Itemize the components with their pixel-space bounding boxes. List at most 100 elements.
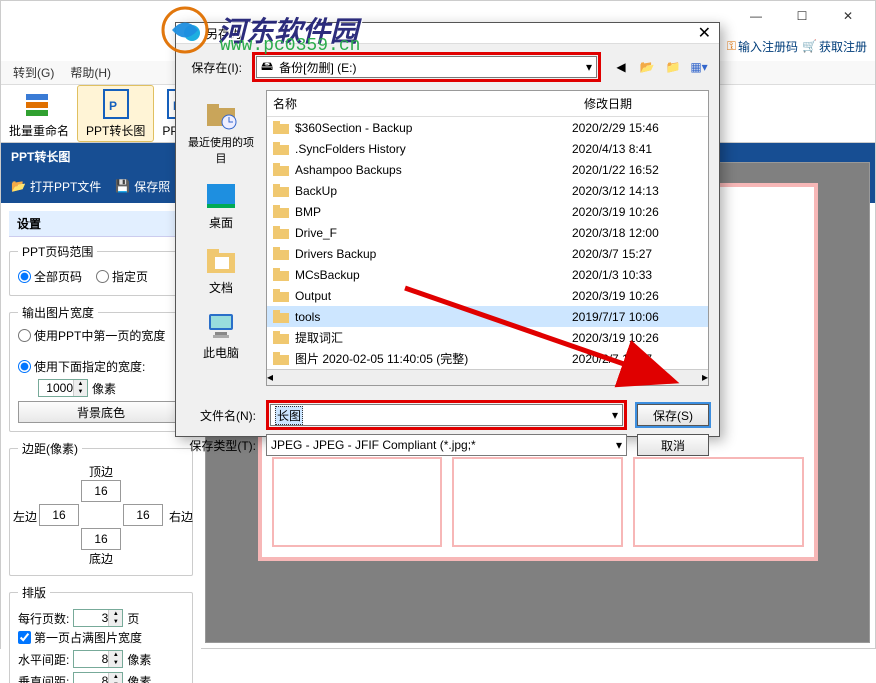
enter-code-button[interactable]: ⚿ 输入注册码 <box>727 38 798 55</box>
file-name-input[interactable]: 长图 ▾ <box>270 404 623 426</box>
folder-icon <box>273 268 289 282</box>
folder-icon <box>273 247 289 261</box>
table-row[interactable]: BMP2020/3/19 10:26 <box>267 201 708 222</box>
folder-icon <box>273 310 289 324</box>
batch-rename-button[interactable]: 批量重命名 <box>1 85 77 142</box>
table-row[interactable]: 提取词汇2020/3/19 10:26 <box>267 327 708 348</box>
save-in-highlight: 🖴 备份[勿删] (E:) ▾ <box>252 52 601 82</box>
ppt-icon: P <box>100 88 132 120</box>
folder-icon <box>273 352 289 366</box>
menu-help[interactable]: 帮助(H) <box>64 62 117 83</box>
close-button[interactable]: ✕ <box>825 1 871 31</box>
output-width-group: 输出图片宽度 使用PPT中第一页的宽度 使用下面指定的宽度: ▲▼ 像素 背景底… <box>9 304 193 432</box>
open-ppt-button[interactable]: 📂 打开PPT文件 <box>11 178 101 195</box>
table-row[interactable]: Ashampoo Backups2020/1/22 16:52 <box>267 159 708 180</box>
file-name-cell: tools <box>295 310 572 324</box>
radio-all-pages[interactable]: 全部页码 <box>18 268 82 285</box>
settings-panel: 设置 PPT页码范围 全部页码 指定页 输出图片宽度 使用PPT中第一页的宽度 … <box>1 203 201 683</box>
cart-icon: 🛒 <box>802 39 817 53</box>
file-name-cell: Output <box>295 289 572 303</box>
maximize-button[interactable]: ☐ <box>779 1 825 31</box>
dialog-title-bar[interactable]: 另存为 ✕ <box>176 23 719 44</box>
up-icon[interactable]: 📂 <box>637 57 657 77</box>
file-name-cell: .SyncFolders History <box>295 142 572 156</box>
margin-left-input[interactable]: 16 <box>39 504 79 526</box>
minimize-button[interactable]: — <box>733 1 779 31</box>
horizontal-scrollbar[interactable]: ◂▸ <box>267 369 708 385</box>
dialog-app-icon <box>184 25 200 41</box>
menu-goto[interactable]: 转到(G) <box>7 62 60 83</box>
file-list-header[interactable]: 名称 修改日期 <box>267 91 708 117</box>
table-row[interactable]: BackUp2020/3/12 14:13 <box>267 180 708 201</box>
page-range-legend: PPT页码范围 <box>18 243 97 260</box>
margin-legend: 边距(像素) <box>18 440 82 457</box>
computer-icon <box>205 310 237 342</box>
radio-first-page-width[interactable]: 使用PPT中第一页的宽度 <box>18 327 184 344</box>
table-row[interactable]: Drive_F2020/3/18 12:00 <box>267 222 708 243</box>
place-documents[interactable]: 文档 <box>181 239 261 302</box>
cancel-button[interactable]: 取消 <box>637 434 709 456</box>
width-unit: 像素 <box>92 380 116 397</box>
margin-bottom-input[interactable]: 16 <box>81 528 121 550</box>
view-icon[interactable]: ▦▾ <box>689 57 709 77</box>
folder-icon <box>273 142 289 156</box>
place-recent[interactable]: 最近使用的项目 <box>181 94 261 172</box>
new-folder-icon[interactable]: 📁 <box>663 57 683 77</box>
table-row[interactable]: Drivers Backup2020/3/7 15:27 <box>267 243 708 264</box>
vgap-input[interactable]: ▲▼ <box>73 672 123 683</box>
table-row[interactable]: 图片 2020-02-05 11:40:05 (完整)2020/2/7 15:2… <box>267 348 708 369</box>
radio-specify-pages[interactable]: 指定页 <box>96 268 148 285</box>
margin-top-input[interactable]: 16 <box>81 480 121 502</box>
key-icon: ⚿ <box>727 39 736 54</box>
file-date-cell: 2020/2/7 15:27 <box>572 352 702 366</box>
ppt-to-long-button[interactable]: P PPT转长图 <box>77 85 154 142</box>
file-name-cell: Ashampoo Backups <box>295 163 572 177</box>
file-date-cell: 2020/3/19 10:26 <box>572 289 702 303</box>
get-code-label: 获取注册 <box>819 38 867 55</box>
per-row-input[interactable]: ▲▼ <box>73 609 123 627</box>
file-date-cell: 2020/3/19 10:26 <box>572 205 702 219</box>
margin-right-input[interactable]: 16 <box>123 504 163 526</box>
hgap-label: 水平间距: <box>18 651 69 668</box>
radio-specify-width[interactable]: 使用下面指定的宽度: <box>18 358 184 375</box>
folder-icon <box>273 163 289 177</box>
save-in-combo[interactable]: 🖴 备份[勿删] (E:) ▾ <box>256 56 597 78</box>
table-row[interactable]: tools2019/7/17 10:06 <box>267 306 708 327</box>
folder-icon <box>273 121 289 135</box>
dialog-close-button[interactable]: ✕ <box>698 23 711 43</box>
first-full-checkbox[interactable]: 第一页占满图片宽度 <box>18 629 184 646</box>
layout-legend: 排版 <box>18 584 50 601</box>
file-date-cell: 2020/2/29 15:46 <box>572 121 702 135</box>
col-name-header[interactable]: 名称 <box>267 91 578 116</box>
file-date-cell: 2020/3/7 15:27 <box>572 247 702 261</box>
file-date-cell: 2020/3/19 10:26 <box>572 331 702 345</box>
file-list[interactable]: 名称 修改日期 $360Section - Backup2020/2/29 15… <box>266 90 709 386</box>
col-date-header[interactable]: 修改日期 <box>578 91 708 116</box>
bg-color-button[interactable]: 背景底色 <box>18 401 184 423</box>
hgap-input[interactable]: ▲▼ <box>73 650 123 668</box>
get-code-button[interactable]: 🛒 获取注册 <box>802 38 867 55</box>
table-row[interactable]: $360Section - Backup2020/2/29 15:46 <box>267 117 708 138</box>
save-button[interactable]: 保存(S) <box>637 404 709 426</box>
place-computer[interactable]: 此电脑 <box>181 304 261 367</box>
table-row[interactable]: .SyncFolders History2020/4/13 8:41 <box>267 138 708 159</box>
table-row[interactable]: MCsBackup2020/1/3 10:33 <box>267 264 708 285</box>
open-folder-icon: 📂 <box>11 179 26 193</box>
save-in-label: 保存在(I): <box>186 59 242 76</box>
output-width-legend: 输出图片宽度 <box>18 304 98 321</box>
back-icon[interactable]: ◀ <box>611 57 631 77</box>
file-name-highlight: 长图 ▾ <box>266 400 627 430</box>
width-input[interactable]: ▲▼ <box>38 379 88 397</box>
save-photo-label: 保存照 <box>134 178 170 195</box>
file-name-cell: Drivers Backup <box>295 247 572 261</box>
folder-icon <box>273 331 289 345</box>
file-type-combo[interactable]: JPEG - JPEG - JFIF Compliant (*.jpg;* ▾ <box>266 434 627 456</box>
recent-icon <box>205 100 237 132</box>
places-bar: 最近使用的项目 桌面 文档 此电脑 <box>176 90 266 392</box>
save-as-dialog: 另存为 ✕ 保存在(I): 🖴 备份[勿删] (E:) ▾ ◀ 📂 📁 ▦▾ <box>175 22 720 437</box>
save-photo-button[interactable]: 💾 保存照 <box>115 178 170 195</box>
table-row[interactable]: Output2020/3/19 10:26 <box>267 285 708 306</box>
place-desktop[interactable]: 桌面 <box>181 174 261 237</box>
margin-right-label: 右边 <box>169 508 193 525</box>
file-name-cell: BackUp <box>295 184 572 198</box>
